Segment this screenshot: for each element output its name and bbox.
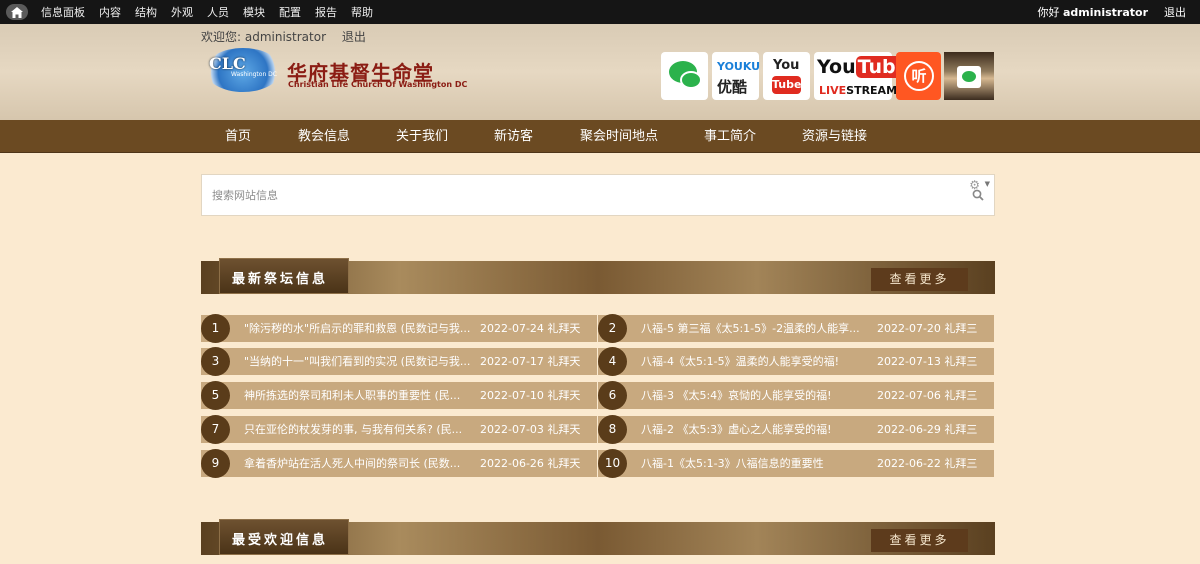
admin-menu-help[interactable]: 帮助 xyxy=(351,4,373,20)
message-item[interactable]: 6 八福-3 《太5:4》哀恸的人能享受的福! 2022-07-06 礼拜三 xyxy=(598,381,994,410)
wechat-qr-icon[interactable] xyxy=(944,52,994,100)
item-date: 2022-06-22 礼拜三 xyxy=(877,457,978,470)
search-icon[interactable] xyxy=(972,189,984,201)
item-title[interactable]: 只在亚伦的杖发芽的事, 与我有何关系? (民... xyxy=(244,416,472,443)
item-title[interactable]: 拿着香炉站在活人死人中间的祭司长 (民数... xyxy=(244,450,472,477)
item-date: 2022-06-26 礼拜天 xyxy=(480,457,581,470)
nav-item-ministries[interactable]: 事工简介 xyxy=(704,120,756,153)
item-date: 2022-07-13 礼拜三 xyxy=(877,355,978,368)
wechat-icon[interactable] xyxy=(661,52,708,100)
nav-item-meeting-times[interactable]: 聚会时间地点 xyxy=(580,120,658,153)
nav-item-new-visitors[interactable]: 新访客 xyxy=(494,120,533,153)
church-logo-emblem[interactable]: CLC Washington DC xyxy=(205,48,281,92)
nav-item-home[interactable]: 首页 xyxy=(225,120,251,153)
admin-menu-configuration[interactable]: 配置 xyxy=(279,4,301,20)
message-item[interactable]: 7 只在亚伦的杖发芽的事, 与我有何关系? (民... 2022-07-03 礼… xyxy=(201,415,597,444)
item-title[interactable]: 八福-3 《太5:4》哀恸的人能享受的福! xyxy=(641,382,869,409)
message-item[interactable]: 5 神所拣选的祭司和利未人职事的重要性 (民... 2022-07-10 礼拜天 xyxy=(201,381,597,410)
item-title[interactable]: 神所拣选的祭司和利未人职事的重要性 (民... xyxy=(244,382,472,409)
item-number: 10 xyxy=(598,449,627,478)
view-more-button[interactable]: 查看更多 xyxy=(871,529,968,552)
popular-messages-header: 最受欢迎信息 查看更多 xyxy=(201,519,995,555)
admin-menu: 信息面板 内容 结构 外观 人员 模块 配置 报告 帮助 xyxy=(34,4,380,20)
item-number: 6 xyxy=(598,381,627,410)
item-title[interactable]: 八福-2 《太5:3》虚心之人能享受的福! xyxy=(641,416,869,443)
admin-greeting[interactable]: 你好 administrator xyxy=(1037,4,1148,20)
section-title: 最新祭坛信息 xyxy=(232,272,329,287)
item-date: 2022-07-03 礼拜天 xyxy=(480,423,581,436)
welcome-text: 欢迎您: administrator xyxy=(201,30,327,44)
admin-menu-structure[interactable]: 结构 xyxy=(135,4,157,20)
admin-menu-appearance[interactable]: 外观 xyxy=(171,4,193,20)
nav-item-church-info[interactable]: 教会信息 xyxy=(298,120,350,153)
item-title[interactable]: 八福-5 第三福《太5:1-5》-2温柔的人能享... xyxy=(641,315,869,342)
item-date: 2022-06-29 礼拜三 xyxy=(877,423,978,436)
item-number: 7 xyxy=(201,415,230,444)
message-item[interactable]: 3 "当纳的十一"叫我们看到的实况 (民数记与我... 2022-07-17 礼… xyxy=(201,347,597,376)
listen-app-icon[interactable]: 听 xyxy=(896,52,941,100)
section-tab: 最新祭坛信息 xyxy=(219,258,349,294)
logo-washington-text: Washington DC xyxy=(231,71,277,78)
admin-toolbar: 信息面板 内容 结构 外观 人员 模块 配置 报告 帮助 你好 administ… xyxy=(0,0,1200,24)
chevron-down-icon[interactable]: ▼ xyxy=(985,180,990,188)
item-number: 8 xyxy=(598,415,627,444)
admin-menu-dashboard[interactable]: 信息面板 xyxy=(41,4,85,20)
message-item[interactable]: 9 拿着香炉站在活人死人中间的祭司长 (民数... 2022-06-26 礼拜天 xyxy=(201,449,597,478)
item-date: 2022-07-06 礼拜三 xyxy=(877,389,978,402)
main-navigation: 首页 教会信息 关于我们 新访客 聚会时间地点 事工简介 资源与链接 xyxy=(0,120,1200,153)
item-title[interactable]: 八福-1《太5:1-3》八福信息的重要性 xyxy=(641,450,869,477)
home-icon[interactable] xyxy=(6,4,28,20)
youku-icon[interactable]: YOUKU 优酷 xyxy=(712,52,760,100)
message-item[interactable]: 8 八福-2 《太5:3》虚心之人能享受的福! 2022-06-29 礼拜三 xyxy=(598,415,994,444)
item-date: 2022-07-20 礼拜三 xyxy=(877,322,978,335)
latest-messages-header: 最新祭坛信息 查看更多 xyxy=(201,258,995,294)
site-search-box: ⚙ ▼ xyxy=(201,174,995,216)
message-item[interactable]: 10 八福-1《太5:1-3》八福信息的重要性 2022-06-22 礼拜三 xyxy=(598,449,994,478)
nav-item-resources[interactable]: 资源与链接 xyxy=(802,120,867,153)
item-number: 9 xyxy=(201,449,230,478)
item-number: 4 xyxy=(598,347,627,376)
admin-logout-link[interactable]: 退出 xyxy=(1164,4,1186,20)
admin-menu-modules[interactable]: 模块 xyxy=(243,4,265,20)
item-number: 1 xyxy=(201,314,230,343)
admin-menu-reports[interactable]: 报告 xyxy=(315,4,337,20)
view-more-button[interactable]: 查看更多 xyxy=(871,268,968,291)
item-date: 2022-07-10 礼拜天 xyxy=(480,389,581,402)
section-title: 最受欢迎信息 xyxy=(232,533,329,548)
site-header: 欢迎您: administrator 退出 CLC Washington DC … xyxy=(0,24,1200,120)
section-tab: 最受欢迎信息 xyxy=(219,519,349,555)
admin-menu-content[interactable]: 内容 xyxy=(99,4,121,20)
item-date: 2022-07-24 礼拜天 xyxy=(480,322,581,335)
youtube-icon[interactable]: You Tube xyxy=(763,52,810,100)
admin-user-area: 你好 administrator 退出 xyxy=(1037,0,1186,24)
youtube-livestream-icon[interactable]: You Tube LIVESTREAM xyxy=(814,52,911,100)
item-title[interactable]: "除污秽的水"所启示的罪和救恩 (民数记与我... xyxy=(244,315,472,342)
message-item[interactable]: 2 八福-5 第三福《太5:1-5》-2温柔的人能享... 2022-07-20… xyxy=(598,314,994,343)
message-item[interactable]: 1 "除污秽的水"所启示的罪和救恩 (民数记与我... 2022-07-24 礼… xyxy=(201,314,597,343)
item-number: 5 xyxy=(201,381,230,410)
search-input[interactable] xyxy=(212,185,952,205)
message-item[interactable]: 4 八福-4《太5:1-5》温柔的人能享受的福! 2022-07-13 礼拜三 xyxy=(598,347,994,376)
nav-item-about-us[interactable]: 关于我们 xyxy=(396,120,448,153)
item-title[interactable]: "当纳的十一"叫我们看到的实况 (民数记与我... xyxy=(244,348,472,375)
item-date: 2022-07-17 礼拜天 xyxy=(480,355,581,368)
header-logout-link[interactable]: 退出 xyxy=(342,30,366,44)
item-title[interactable]: 八福-4《太5:1-5》温柔的人能享受的福! xyxy=(641,348,869,375)
church-name-english[interactable]: Christian Life Church Of Washington DC xyxy=(288,80,467,89)
welcome-line: 欢迎您: administrator 退出 xyxy=(201,28,378,45)
item-number: 3 xyxy=(201,347,230,376)
admin-menu-people[interactable]: 人员 xyxy=(207,4,229,20)
item-number: 2 xyxy=(598,314,627,343)
